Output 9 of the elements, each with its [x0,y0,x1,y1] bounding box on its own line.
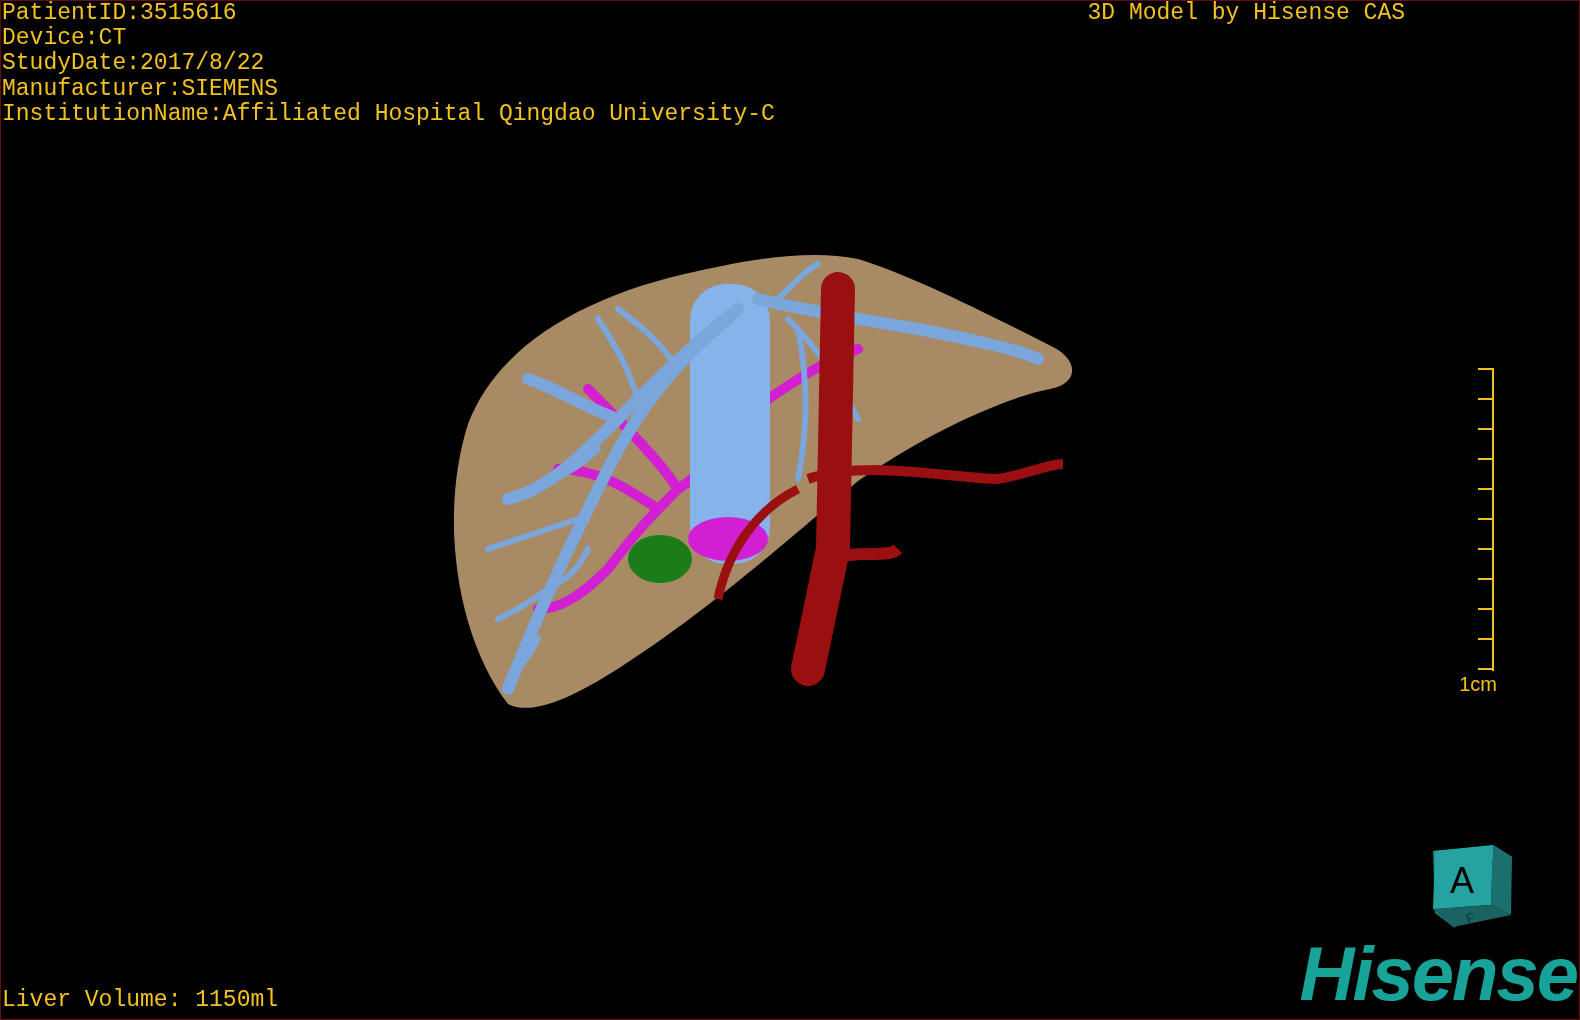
scale-label: 1cm [1459,673,1497,695]
info-text: InstitutionName:Affiliated Hospital Qingdao University-C [2,101,775,127]
volume-text: Liver Volume: 1150ml [1,987,279,1015]
info-text: StudyDate:2017/8/22 [2,51,266,77]
info-text: Manufacturer:SIEMENS [2,76,280,102]
credit-text: 3D Model by Hisense CAS [1087,1,1405,26]
info-text: Device:CT [2,26,127,52]
brand-logo: Hisense [1299,939,1577,1009]
info-text: PatientID:3515616 [2,1,238,26]
